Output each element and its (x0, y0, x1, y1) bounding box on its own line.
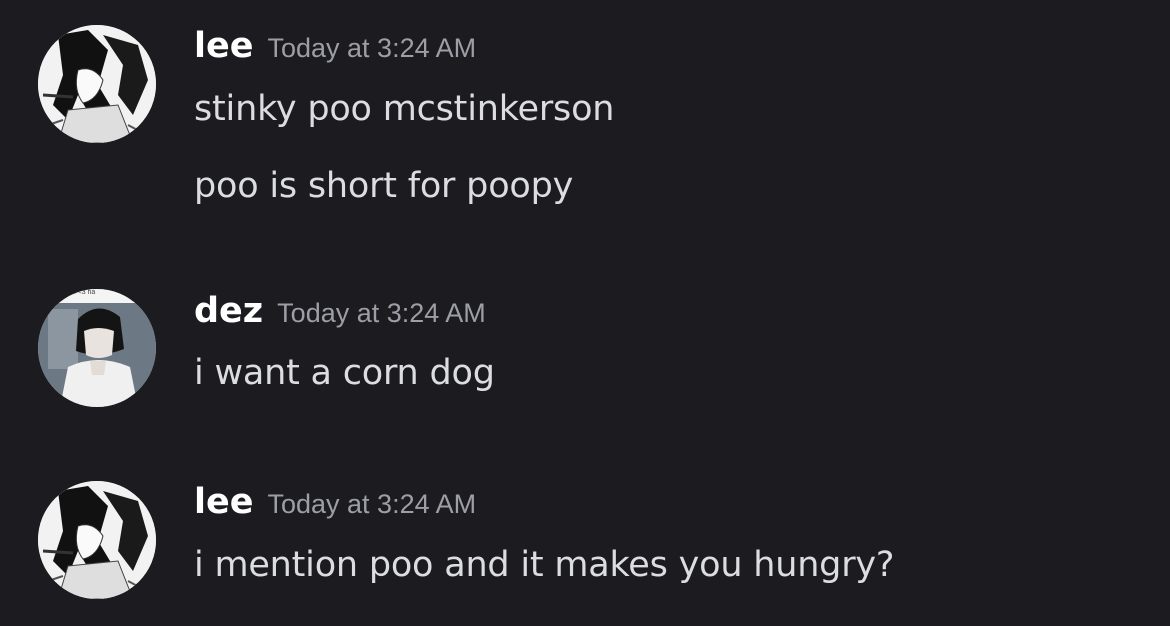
anime-character-avatar-icon (38, 289, 156, 407)
message-header: dez Today at 3:24 AM (194, 291, 486, 331)
message-text: i want a corn dog (194, 353, 495, 393)
username[interactable]: lee (194, 482, 253, 522)
message-text: i mention poo and it makes you hungry? (194, 545, 895, 585)
message-text: poo is short for poopy (194, 166, 574, 206)
manga-character-avatar-icon (38, 481, 156, 599)
timestamp: Today at 3:24 AM (277, 298, 486, 328)
chat-message-list: lee Today at 3:24 AM stinky poo mcstinker… (0, 0, 1170, 626)
user-avatar[interactable] (38, 25, 156, 143)
avatar-caption: hiiiii <3 ha (64, 289, 96, 296)
username[interactable]: lee (194, 26, 253, 66)
message-header: lee Today at 3:24 AM (194, 482, 476, 522)
user-avatar[interactable]: hiiiii <3 ha (38, 289, 156, 407)
manga-character-avatar-icon (38, 25, 156, 143)
timestamp: Today at 3:24 AM (267, 489, 477, 519)
username[interactable]: dez (194, 291, 263, 331)
user-avatar[interactable] (38, 481, 156, 599)
message-text: stinky poo mcstinkerson (194, 89, 615, 129)
timestamp: Today at 3:24 AM (267, 33, 477, 63)
message-header: lee Today at 3:24 AM (194, 26, 476, 66)
